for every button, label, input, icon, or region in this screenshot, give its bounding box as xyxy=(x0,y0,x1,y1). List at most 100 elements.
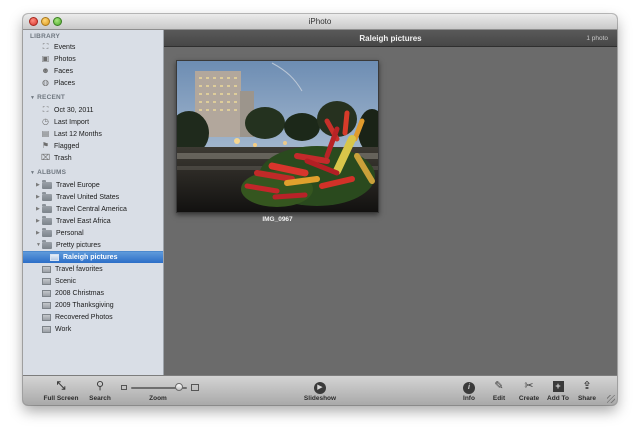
album-icon xyxy=(42,265,51,273)
sidebar-item-label: Recovered Photos xyxy=(55,313,113,321)
photo-thumbnail[interactable]: IMG_0967 xyxy=(176,60,379,223)
full-screen-button[interactable]: ⤡ Full Screen xyxy=(41,379,81,402)
photo-browser[interactable]: IMG_0967 xyxy=(164,47,617,375)
sidebar-album-2009-thanksgiving[interactable]: 2009 Thanksgiving xyxy=(23,299,163,311)
album-icon xyxy=(50,254,59,261)
zoom-label: Zoom xyxy=(149,395,167,402)
sidebar-item-label: 2009 Thanksgiving xyxy=(55,301,114,309)
album-header-bar: Raleigh pictures 1 photo xyxy=(164,30,617,47)
search-button[interactable]: ⚲ Search xyxy=(85,379,115,402)
add-icon: + xyxy=(544,379,572,393)
folder-icon xyxy=(42,179,52,189)
zoom-knob[interactable] xyxy=(174,383,183,391)
sidebar-item-label: Pretty pictures xyxy=(56,241,101,249)
sidebar-item-flagged[interactable]: ⚑ Flagged xyxy=(23,140,163,152)
album-title: Raleigh pictures xyxy=(359,34,422,43)
search-label: Search xyxy=(89,395,111,402)
sidebar-folder-travel-europe[interactable]: ▶ Travel Europe xyxy=(23,179,163,191)
folder-icon xyxy=(42,227,52,237)
trash-icon: ⌧ xyxy=(41,153,51,162)
info-icon: i xyxy=(457,379,481,394)
slideshow-button[interactable]: ▶ Slideshow xyxy=(298,379,342,402)
info-button[interactable]: i Info xyxy=(457,379,481,402)
sidebar-folder-pretty-pictures[interactable]: ▼ Pretty pictures xyxy=(23,239,163,251)
folder-icon xyxy=(42,191,52,201)
sidebar-item-label: Work xyxy=(55,325,72,333)
pencil-icon: ✎ xyxy=(494,380,504,392)
clock-icon: ◷ xyxy=(42,117,49,126)
photo-image[interactable] xyxy=(176,60,379,213)
recent-header[interactable]: ▼ RECENT xyxy=(30,94,65,101)
share-button[interactable]: ⇪ Share xyxy=(575,379,599,402)
album-icon xyxy=(42,289,51,297)
zoom-small-icon xyxy=(121,385,127,390)
sidebar-item-label: Oct 30, 2011 xyxy=(54,106,94,114)
sidebar-folder-travel-east-africa[interactable]: ▶ Travel East Africa xyxy=(23,215,163,227)
share-label: Share xyxy=(577,395,597,402)
edit-label: Edit xyxy=(492,395,506,402)
iphoto-window: iPhoto LIBRARY ⛶ Events ▣ Photos ☻ Faces… xyxy=(23,14,617,405)
sidebar-item-label: Travel East Africa xyxy=(56,217,111,225)
share-icon: ⇪ xyxy=(582,380,592,392)
sidebar-album-raleigh-pictures[interactable]: Raleigh pictures xyxy=(23,251,163,263)
create-icon: ✂ xyxy=(524,380,534,392)
create-button[interactable]: ✂ Create xyxy=(515,379,543,402)
sidebar-item-label: 2008 Christmas xyxy=(55,289,105,297)
sidebar-item-label: Flagged xyxy=(54,142,80,150)
slideshow-label: Slideshow xyxy=(303,395,337,402)
faces-icon: ☻ xyxy=(41,66,50,75)
sidebar-item-label: Travel Europe xyxy=(56,181,100,189)
sidebar-item-photos[interactable]: ▣ Photos xyxy=(23,53,163,65)
info-label: Info xyxy=(463,395,475,402)
add-to-button[interactable]: + Add To xyxy=(544,379,572,402)
sidebar-album-work[interactable]: Work xyxy=(23,323,163,335)
sidebar-item-oct-30-2011[interactable]: ⛶ Oct 30, 2011 xyxy=(23,104,163,116)
album-icon xyxy=(42,277,51,285)
sidebar-item-faces[interactable]: ☻ Faces xyxy=(23,65,163,77)
sidebar-item-events[interactable]: ⛶ Events xyxy=(23,41,163,53)
sidebar-item-label: Raleigh pictures xyxy=(63,254,118,261)
album-icon xyxy=(42,325,51,333)
edit-button[interactable]: ✎ Edit xyxy=(487,379,511,402)
title-bar[interactable]: iPhoto xyxy=(23,14,617,30)
sidebar-folder-personal[interactable]: ▶ Personal xyxy=(23,227,163,239)
sidebar-item-label: Last 12 Months xyxy=(54,130,102,138)
sidebar-item-label: Last Import xyxy=(54,118,90,126)
sidebar-folder-travel-united-states[interactable]: ▶ Travel United States xyxy=(23,191,163,203)
sidebar-item-label: Scenic xyxy=(55,277,77,285)
sidebar-item-label: Personal xyxy=(56,229,84,237)
disclosure-triangle-icon: ▼ xyxy=(30,95,36,101)
photo-art xyxy=(177,61,378,212)
albums-header[interactable]: ▼ ALBUMS xyxy=(30,169,66,176)
sidebar-item-label: Photos xyxy=(54,55,76,63)
library-header: LIBRARY xyxy=(30,33,61,40)
sidebar-item-label: Places xyxy=(54,79,76,87)
sidebar-item-label: Travel United States xyxy=(56,193,120,201)
recent-header-label: RECENT xyxy=(37,94,66,101)
album-icon xyxy=(42,301,51,309)
folder-icon xyxy=(42,203,52,213)
full-screen-icon: ⤡ xyxy=(56,380,66,392)
window-title: iPhoto xyxy=(308,17,332,26)
sidebar-album-travel-favorites[interactable]: Travel favorites xyxy=(23,263,163,275)
zoom-slider[interactable] xyxy=(121,383,201,393)
sidebar-item-places[interactable]: ◍ Places xyxy=(23,77,163,89)
sidebar-album-scenic[interactable]: Scenic xyxy=(23,275,163,287)
sidebar-item-last-import[interactable]: ◷ Last Import xyxy=(23,116,163,128)
sidebar-item-trash[interactable]: ⌧ Trash xyxy=(23,152,163,164)
sidebar-item-last-12-months[interactable]: ▤ Last 12 Months xyxy=(23,128,163,140)
create-label: Create xyxy=(518,395,540,402)
play-icon: ▶ xyxy=(298,379,342,394)
photo-caption[interactable]: IMG_0967 xyxy=(176,216,379,223)
photos-icon: ▣ xyxy=(41,54,50,63)
sidebar-album-2008-christmas[interactable]: 2008 Christmas xyxy=(23,287,163,299)
resize-grip[interactable] xyxy=(607,395,615,403)
zoom-large-icon xyxy=(191,384,199,391)
folder-icon xyxy=(42,239,52,249)
sidebar-folder-travel-central-america[interactable]: ▶ Travel Central America xyxy=(23,203,163,215)
sidebar-item-label: Events xyxy=(54,43,76,51)
sidebar-album-recovered-photos[interactable]: Recovered Photos xyxy=(23,311,163,323)
add-to-label: Add To xyxy=(547,395,569,402)
sidebar-item-label: Travel Central America xyxy=(56,205,127,213)
folder-icon xyxy=(42,215,52,225)
